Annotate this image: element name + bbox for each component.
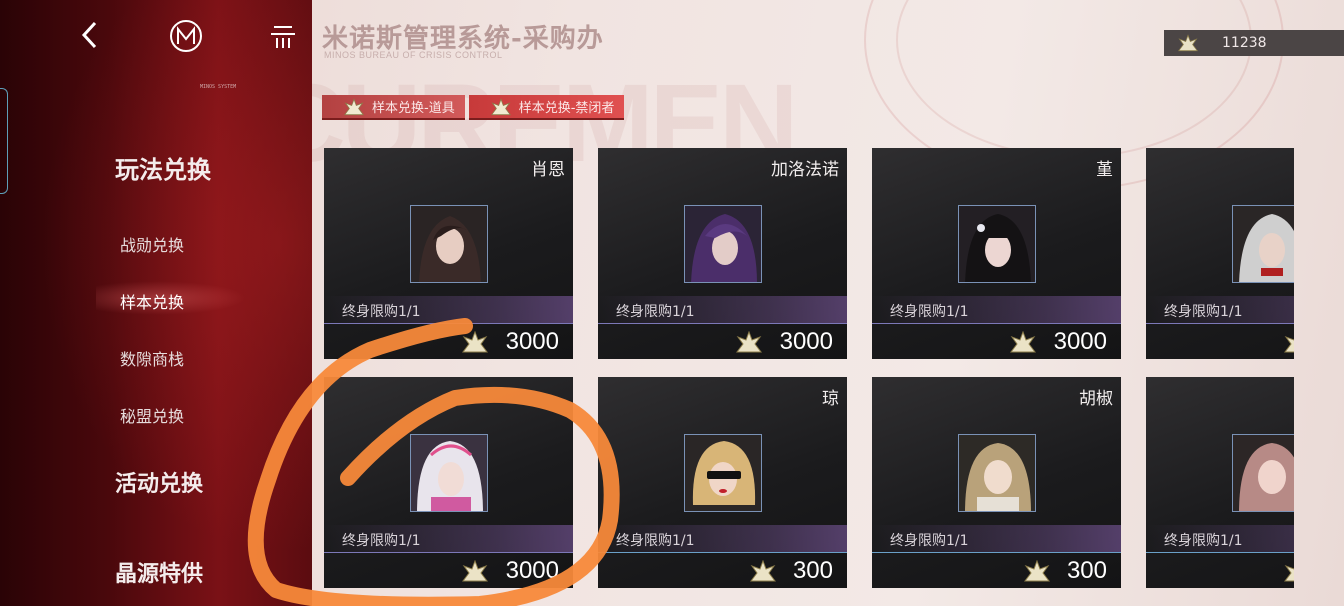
category-event-exchange[interactable]: 活动兑换	[115, 466, 203, 498]
minos-logo-button[interactable]	[168, 18, 204, 54]
product-card-partial[interactable]: 终身限购1/1	[1146, 148, 1294, 359]
purchase-limit: 终身限购1/1	[890, 533, 969, 549]
crystal-icon	[750, 560, 776, 582]
menu-button[interactable]	[268, 22, 298, 50]
price: 3000	[779, 328, 833, 355]
sidebar-item-data-gap-store[interactable]: 数隙商栈	[120, 346, 184, 370]
tab-sample-prisoners[interactable]: 样本兑换-禁闭者	[468, 95, 625, 120]
purchase-limit: 终身限购1/1	[1164, 304, 1243, 320]
crystal-icon	[344, 97, 364, 115]
sidebar-tagline: MINOS SYSTEM	[200, 84, 237, 90]
product-card-dragon-vine[interactable]: 终身限购1/1 3000	[324, 377, 573, 588]
back-button[interactable]	[72, 18, 106, 52]
crystal-icon	[1178, 34, 1198, 52]
tab-sample-items[interactable]: 样本兑换-道具	[322, 95, 465, 120]
product-grid: 肖恩 终身限购1/1 3000 加洛法诺 终身限购1/1 3000 堇 终身限购…	[324, 148, 1294, 606]
purchase-limit: 终身限购1/1	[616, 304, 695, 320]
chevron-left-icon	[81, 21, 97, 49]
product-card-garofano[interactable]: 加洛法诺 终身限购1/1 3000	[598, 148, 847, 359]
crystal-icon	[1024, 560, 1050, 582]
sidebar: MINOS SYSTEM 玩法兑换 战勋兑换 样本兑换 数隙商栈 秘盟兑换 活动…	[0, 0, 312, 606]
card-name: 胡椒	[1079, 389, 1113, 409]
purchase-limit: 终身限购1/1	[342, 533, 421, 549]
price: 3000	[1053, 328, 1107, 355]
card-name: 加洛法诺	[771, 160, 839, 180]
character-portrait	[410, 205, 488, 283]
sidebar-item-secret-alliance[interactable]: 秘盟兑换	[120, 403, 184, 427]
card-name: 琼	[822, 389, 839, 409]
product-card-jin[interactable]: 堇 终身限购1/1 3000	[872, 148, 1121, 359]
purchase-limit: 终身限购1/1	[616, 533, 695, 549]
product-card-pepper[interactable]: 胡椒 终身限购1/1 300	[872, 377, 1121, 588]
category-crystal-supply[interactable]: 晶源特供	[115, 556, 203, 588]
crystal-icon	[1284, 335, 1294, 353]
character-portrait	[410, 434, 488, 512]
price: 3000	[505, 557, 559, 584]
crystal-icon	[462, 331, 488, 353]
currency-amount: 11238	[1222, 35, 1267, 51]
character-portrait	[958, 434, 1036, 512]
minos-logo-icon	[170, 20, 202, 52]
tab-label: 样本兑换-道具	[372, 101, 455, 116]
sidebar-item-sample-exchange[interactable]: 样本兑换	[120, 289, 184, 313]
price: 3000	[505, 328, 559, 355]
tab-label: 样本兑换-禁闭者	[518, 101, 615, 116]
character-portrait	[1232, 205, 1294, 283]
crystal-icon	[490, 97, 511, 115]
crystal-icon	[736, 331, 762, 353]
category-gameplay-exchange[interactable]: 玩法兑换	[115, 150, 211, 185]
crystal-icon	[1010, 331, 1036, 353]
card-name: 堇	[1096, 160, 1113, 180]
product-card-shawn[interactable]: 肖恩 终身限购1/1 3000	[324, 148, 573, 359]
character-portrait	[684, 205, 762, 283]
page-subtitle: MINOS BUREAU OF CRISIS CONTROL	[324, 50, 503, 60]
purchase-limit: 终身限购1/1	[342, 304, 421, 320]
crystal-icon	[462, 560, 488, 582]
character-portrait	[1232, 434, 1294, 512]
price: 300	[1066, 557, 1107, 584]
character-portrait	[958, 205, 1036, 283]
sidebar-item-merit-exchange[interactable]: 战勋兑换	[120, 232, 184, 256]
product-card-partial[interactable]: 终身限购1/1	[1146, 377, 1294, 588]
card-name: 肖恩	[531, 160, 565, 180]
purchase-limit: 终身限购1/1	[1164, 533, 1243, 549]
sidebar-edge-tab[interactable]	[0, 88, 8, 194]
currency-display: 11238	[1164, 30, 1344, 56]
purchase-limit: 终身限购1/1	[890, 304, 969, 320]
product-card-qiong[interactable]: 琼 终身限购1/1 300	[598, 377, 847, 588]
crystal-icon	[1284, 564, 1294, 582]
price: 300	[792, 557, 833, 584]
exchange-tabs: 样本兑换-道具 样本兑换-禁闭者	[322, 95, 625, 120]
menu-icon	[271, 26, 295, 48]
character-portrait	[684, 434, 762, 512]
